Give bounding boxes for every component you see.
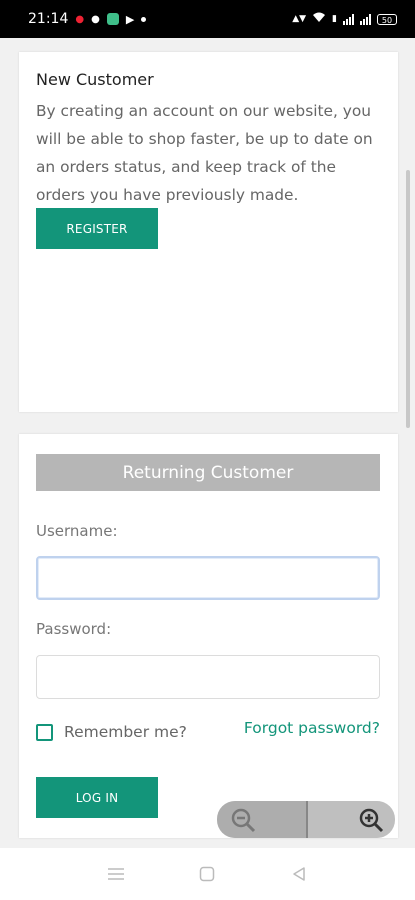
remember-me-row[interactable]: Remember me?: [36, 723, 187, 741]
status-bar: 21:14 ● ● ▶ ▲▼ ▮ 50: [0, 0, 415, 38]
remember-me-label: Remember me?: [64, 723, 187, 741]
register-button[interactable]: REGISTER: [36, 208, 158, 249]
username-input[interactable]: [36, 556, 380, 600]
page-scrollbar[interactable]: [406, 170, 410, 428]
home-icon: [200, 866, 215, 882]
play-icon: ▶: [125, 12, 135, 26]
recording-icon: ●: [75, 13, 85, 25]
zoom-control: [217, 801, 395, 838]
status-bar-right: ▲▼ ▮ 50: [292, 12, 397, 26]
app-notification-icon: [106, 13, 119, 25]
menu-icon: [107, 868, 124, 880]
remember-me-checkbox[interactable]: [36, 723, 53, 741]
more-notifications-icon: [141, 16, 147, 22]
new-customer-card: New Customer By creating an account on o…: [19, 52, 398, 412]
nav-home-button[interactable]: [187, 854, 227, 894]
forgot-password-link[interactable]: Forgot password?: [244, 719, 380, 737]
new-customer-title: New Customer: [36, 70, 154, 89]
status-bar-left: 21:14 ● ● ▶: [28, 11, 147, 27]
username-label: Username:: [36, 522, 118, 540]
nav-back-button[interactable]: [279, 854, 319, 894]
vowifi-icon: ▮: [332, 14, 337, 24]
zoom-out-button[interactable]: [217, 801, 308, 838]
zoom-in-icon: [359, 808, 384, 832]
password-label: Password:: [36, 620, 112, 638]
status-time: 21:14: [28, 11, 69, 27]
nav-menu-button[interactable]: [96, 854, 136, 894]
wifi-icon: [312, 12, 326, 26]
battery-icon: 50: [377, 13, 397, 25]
signal-icon-2: [360, 13, 371, 25]
zoom-out-icon: [231, 808, 256, 832]
signal-icon-1: [343, 13, 354, 25]
returning-customer-card: Returning Customer Username: Password: R…: [19, 434, 398, 838]
zoom-in-button[interactable]: [308, 801, 395, 838]
login-button[interactable]: LOG IN: [36, 777, 158, 818]
network-speed-icon: ▲▼: [292, 14, 307, 24]
password-input[interactable]: [36, 655, 380, 699]
new-customer-description: By creating an account on our website, y…: [36, 102, 373, 204]
circle-icon: ●: [91, 13, 100, 25]
returning-customer-title: Returning Customer: [36, 454, 380, 491]
system-navigation-bar: [0, 848, 415, 900]
back-icon: [293, 867, 305, 881]
